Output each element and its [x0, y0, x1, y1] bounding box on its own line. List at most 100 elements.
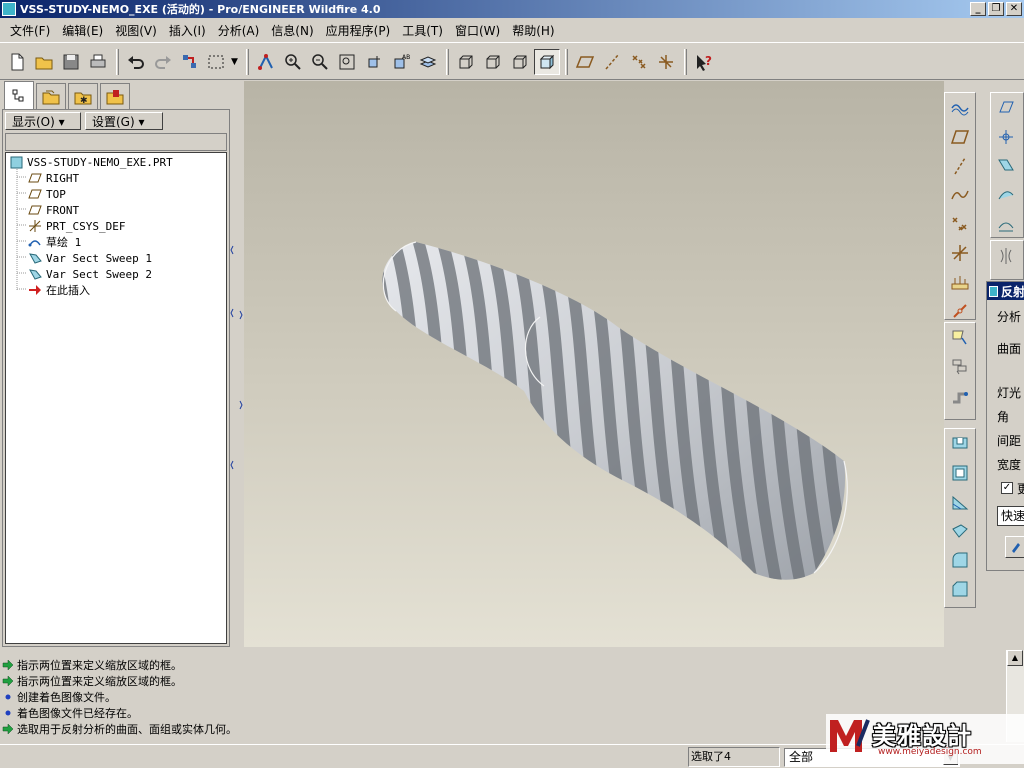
layers-button[interactable]	[415, 49, 441, 75]
extrude-icon[interactable]	[946, 430, 974, 458]
round-icon[interactable]	[946, 546, 974, 574]
regenerate-button[interactable]	[177, 49, 203, 75]
datum-axis-tool-icon[interactable]	[946, 152, 974, 180]
connections-tab[interactable]	[100, 83, 130, 109]
update-checkbox-label: 更	[1017, 482, 1024, 496]
svg-text:AB: AB	[402, 54, 410, 61]
tree-item-sweep-2[interactable]: Var Sect Sweep 2	[6, 266, 226, 282]
csys-display-button[interactable]	[653, 49, 679, 75]
menu-help[interactable]: 帮助(H)	[506, 22, 560, 39]
point-display-button[interactable]	[626, 49, 652, 75]
refit-button[interactable]	[334, 49, 360, 75]
menu-applications[interactable]: 应用程序(P)	[320, 22, 397, 39]
message-text: 选取用于反射分析的曲面、面组或实体几何。	[17, 723, 237, 736]
boundary-blend-icon[interactable]	[992, 94, 1020, 122]
sketch-tool-icon[interactable]	[946, 94, 974, 122]
menu-insert[interactable]: 插入(I)	[163, 22, 212, 39]
zoom-out-button[interactable]	[307, 49, 333, 75]
extend-icon[interactable]	[992, 181, 1020, 209]
open-folder-button[interactable]	[31, 49, 57, 75]
csys-tool-icon[interactable]	[946, 239, 974, 267]
undo-button[interactable]	[123, 49, 149, 75]
minimize-button[interactable]: _	[970, 2, 986, 16]
tree-root-part[interactable]: VSS-STUDY-NEMO_EXE.PRT	[6, 154, 226, 170]
tree-item-sketch[interactable]: 草绘 1	[6, 234, 226, 250]
datum-display-button[interactable]	[253, 49, 279, 75]
no-hidden-button[interactable]	[507, 49, 533, 75]
settings-dropdown[interactable]: 设置(G) ▾	[85, 112, 163, 130]
selection-count: 选取了4	[688, 747, 780, 767]
analysis-feature-icon[interactable]	[946, 268, 974, 296]
favorites-tab[interactable]: ✱	[68, 83, 98, 109]
reorient-button[interactable]	[361, 49, 387, 75]
model-canvas[interactable]	[244, 81, 944, 647]
menu-info[interactable]: 信息(N)	[265, 22, 319, 39]
wireframe-button[interactable]	[453, 49, 479, 75]
hidden-line-button[interactable]	[480, 49, 506, 75]
axis-display-button[interactable]	[599, 49, 625, 75]
chamfer-icon[interactable]	[946, 575, 974, 603]
plane-display-button[interactable]	[572, 49, 598, 75]
save-button[interactable]	[58, 49, 84, 75]
feature-list-icon[interactable]	[946, 353, 974, 381]
datum-point-tool-icon[interactable]	[946, 210, 974, 238]
merge-icon[interactable]	[992, 123, 1020, 151]
dialog-title: 反射	[1000, 284, 1024, 299]
compute-button[interactable]	[1005, 536, 1024, 558]
menu-edit[interactable]: 编辑(E)	[56, 22, 109, 39]
surface-label: 曲面	[997, 342, 1022, 356]
rib-icon[interactable]	[946, 488, 974, 516]
copy-feature-icon[interactable]	[946, 324, 974, 352]
message-line: 指示两位置来定义缩放区域的框。	[0, 673, 1006, 689]
display-dropdown[interactable]: 显示(O) ▾	[5, 112, 81, 130]
pipe-tool-icon[interactable]	[946, 382, 974, 410]
scroll-up-icon[interactable]: ▲	[1007, 650, 1023, 666]
tree-item-insert-here[interactable]: 在此插入	[6, 282, 226, 298]
draft-icon[interactable]	[946, 517, 974, 545]
quick-mode-select[interactable]: 快速	[997, 506, 1024, 526]
dialog-title-bar[interactable]: 反射	[987, 282, 1024, 300]
menu-analysis[interactable]: 分析(A)	[212, 22, 266, 39]
context-help-button[interactable]: ?	[691, 49, 717, 75]
selection-box-button[interactable]	[204, 49, 230, 75]
trim-icon[interactable]	[992, 152, 1020, 180]
app-icon	[2, 2, 16, 16]
tree-item-sweep-1[interactable]: Var Sect Sweep 1	[6, 250, 226, 266]
saved-views-button[interactable]: AB	[388, 49, 414, 75]
new-file-button[interactable]	[4, 49, 30, 75]
model-tree: VSS-STUDY-NEMO_EXE.PRT RIGHT TOP FRONT P…	[5, 152, 227, 644]
surface-toolbar-2	[990, 240, 1024, 280]
update-checkbox[interactable]: ✓	[1001, 482, 1013, 494]
menu-file[interactable]: 文件(F)	[4, 22, 56, 39]
print-button[interactable]	[85, 49, 111, 75]
shading-button[interactable]	[533, 48, 560, 75]
chain-tool-icon[interactable]	[946, 297, 974, 325]
mirror-icon[interactable]	[992, 242, 1020, 270]
menu-bar: 文件(F) 编辑(E) 视图(V) 插入(I) 分析(A) 信息(N) 应用程序…	[0, 19, 1024, 43]
menu-tools[interactable]: 工具(T)	[396, 22, 449, 39]
tree-item-front[interactable]: FRONT	[6, 202, 226, 218]
panel-splitter[interactable]	[230, 81, 244, 647]
shell-icon[interactable]	[946, 459, 974, 487]
folder-browser-tab[interactable]	[36, 83, 66, 109]
graphics-viewport[interactable]	[244, 81, 944, 647]
datum-curve-tool-icon[interactable]	[946, 181, 974, 209]
nozzle-model[interactable]	[354, 211, 930, 601]
zoom-in-button[interactable]	[280, 49, 306, 75]
tree-item-label: PRT_CSYS_DEF	[46, 219, 126, 233]
redo-button[interactable]	[150, 49, 176, 75]
surface-toolbar	[990, 92, 1024, 238]
menu-window[interactable]: 窗口(W)	[449, 22, 506, 39]
offset-icon[interactable]	[992, 210, 1020, 238]
close-button[interactable]: ✕	[1006, 2, 1022, 16]
message-text: 指示两位置来定义缩放区域的框。	[17, 659, 182, 672]
model-tree-tab[interactable]	[4, 81, 34, 109]
chevron-down-icon[interactable]: ▼	[231, 57, 238, 67]
tree-item-right[interactable]: RIGHT	[6, 170, 226, 186]
restore-button[interactable]: ❐	[988, 2, 1004, 16]
display-dropdown-label: 显示(O) ▾	[12, 114, 65, 129]
menu-view[interactable]: 视图(V)	[109, 22, 163, 39]
datum-plane-tool-icon[interactable]	[946, 123, 974, 151]
tree-item-csys[interactable]: PRT_CSYS_DEF	[6, 218, 226, 234]
tree-item-top[interactable]: TOP	[6, 186, 226, 202]
